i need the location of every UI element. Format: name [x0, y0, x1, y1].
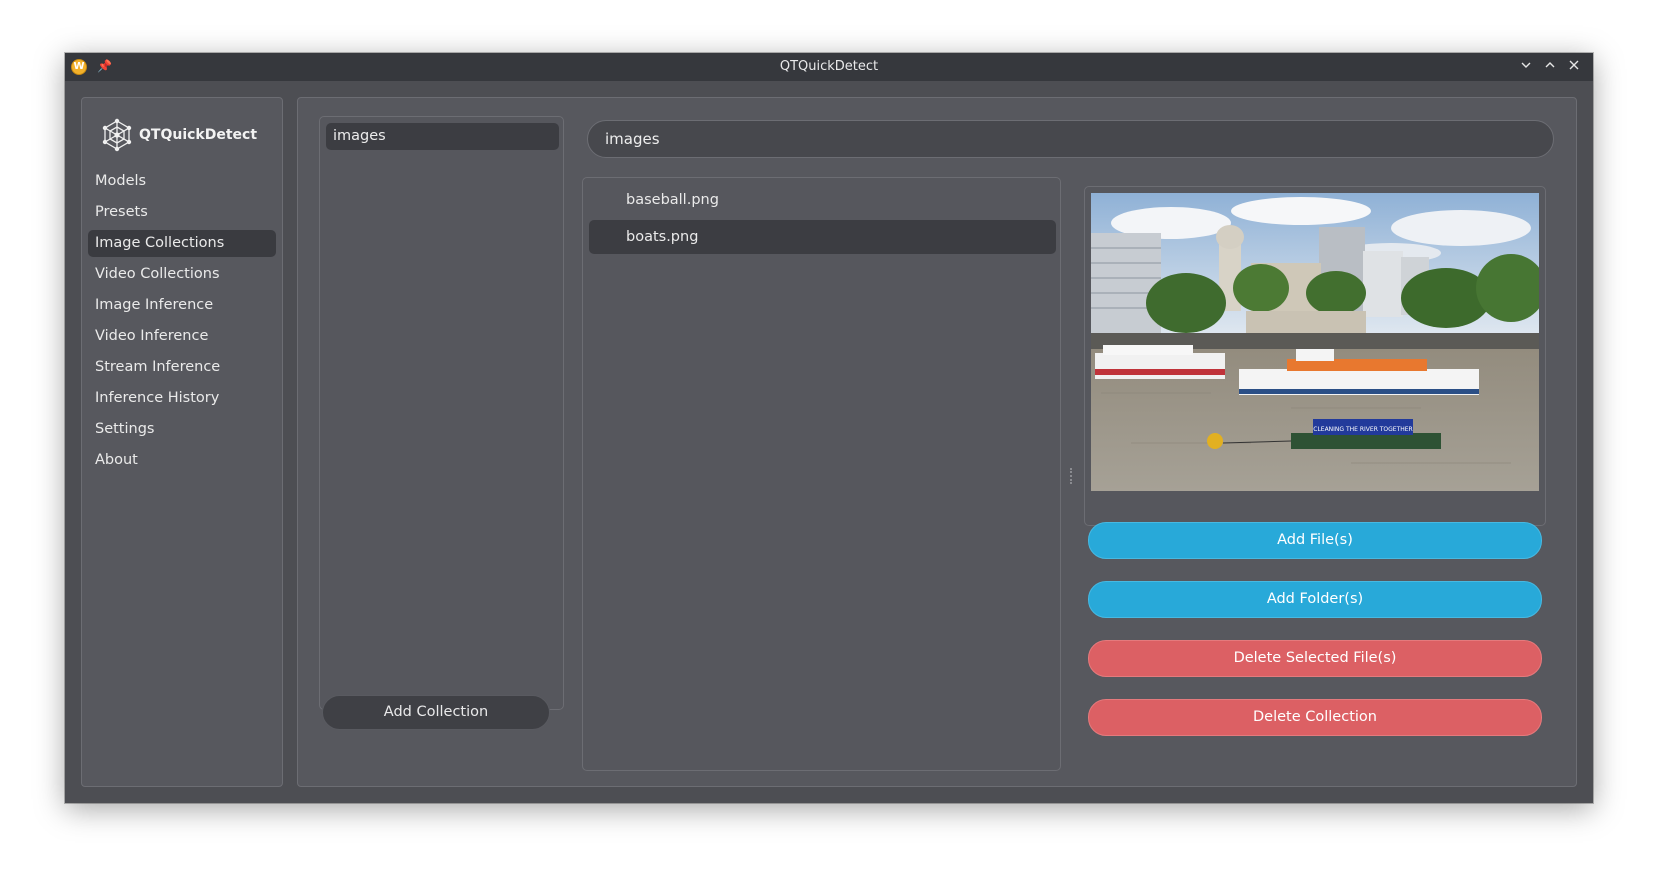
sidebar-item-video-collections[interactable]: Video Collections: [88, 261, 276, 288]
collection-name-input[interactable]: images: [587, 120, 1554, 158]
sidebar-item-stream-inference[interactable]: Stream Inference: [88, 354, 276, 381]
image-preview: CLEANING THE RIVER TOGETHER: [1091, 193, 1539, 491]
close-icon: [1569, 60, 1579, 70]
close-button[interactable]: [1564, 57, 1584, 77]
minimize-button[interactable]: [1516, 57, 1536, 77]
sidebar-item-inference-history[interactable]: Inference History: [88, 385, 276, 412]
add-folders-button[interactable]: Add Folder(s): [1088, 581, 1542, 618]
file-item-baseball[interactable]: baseball.png: [589, 183, 1056, 217]
sidebar-item-image-inference[interactable]: Image Inference: [88, 292, 276, 319]
delete-selected-files-button[interactable]: Delete Selected File(s): [1088, 640, 1542, 677]
sidebar-item-models[interactable]: Models: [88, 168, 276, 195]
neural-network-icon: [102, 118, 132, 152]
maximize-button[interactable]: [1540, 57, 1560, 77]
chevron-up-icon: [1545, 62, 1555, 68]
file-item-boats[interactable]: boats.png: [589, 220, 1056, 254]
add-files-button[interactable]: Add File(s): [1088, 522, 1542, 559]
sidebar-nav: Models Presets Image Collections Video C…: [88, 168, 276, 478]
splitter-handle[interactable]: [1070, 468, 1072, 484]
main-content: images Add Collection images baseball.pn…: [297, 97, 1577, 787]
files-list[interactable]: baseball.png boats.png: [582, 177, 1061, 771]
sidebar-item-video-inference[interactable]: Video Inference: [88, 323, 276, 350]
app-window: W 📌 QTQuickDetect QTQuickDetect Models P…: [65, 53, 1593, 803]
sidebar-item-about[interactable]: About: [88, 447, 276, 474]
app-name: QTQuickDetect: [139, 127, 258, 143]
window-title: QTQuickDetect: [779, 59, 879, 74]
image-preview-frame: CLEANING THE RIVER TOGETHER: [1084, 186, 1546, 526]
collection-item[interactable]: images: [326, 123, 559, 150]
delete-collection-button[interactable]: Delete Collection: [1088, 699, 1542, 736]
add-collection-button[interactable]: Add Collection: [322, 695, 550, 730]
sidebar-item-settings[interactable]: Settings: [88, 416, 276, 443]
collections-list[interactable]: images: [319, 116, 564, 710]
sidebar: QTQuickDetect Models Presets Image Colle…: [81, 97, 283, 787]
sidebar-item-presets[interactable]: Presets: [88, 199, 276, 226]
sidebar-item-image-collections[interactable]: Image Collections: [88, 230, 276, 257]
chevron-down-icon: [1521, 62, 1531, 68]
boat-banner-text: CLEANING THE RIVER TOGETHER: [1313, 426, 1412, 433]
title-bar[interactable]: W 📌 QTQuickDetect: [65, 53, 1593, 81]
app-logo: QTQuickDetect: [100, 118, 257, 152]
